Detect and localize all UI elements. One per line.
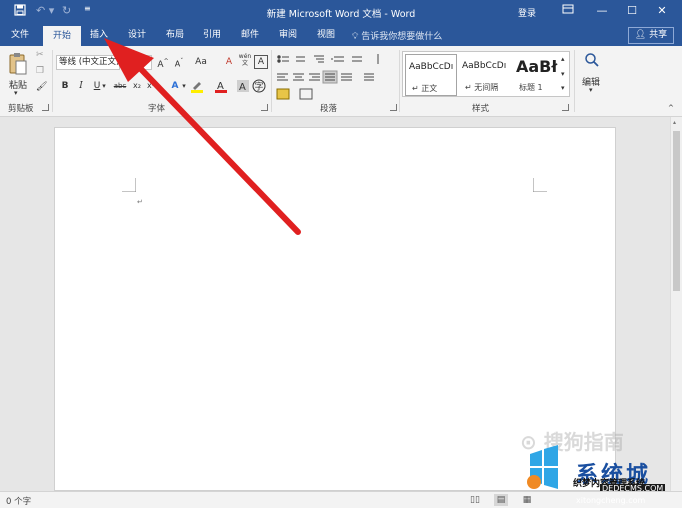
copy-icon[interactable]: ❐ (36, 66, 44, 76)
subscript-button[interactable]: x₂ (130, 79, 144, 93)
person-icon: 👤︎ (634, 30, 647, 40)
style-normal[interactable]: AaBbCcDı ↵ 正文 (405, 54, 457, 96)
vertical-scrollbar[interactable]: ▴ (670, 117, 682, 491)
paragraph-launcher-icon[interactable] (390, 104, 397, 111)
share-button[interactable]: 👤︎ 共享 (628, 27, 674, 44)
character-border-button[interactable]: A (254, 55, 268, 69)
window-title: 新建 Microsoft Word 文档 - Word (266, 9, 416, 20)
margin-corner-mark (122, 178, 136, 192)
styles-scroll-down-icon[interactable]: ▾ (561, 70, 565, 78)
chevron-down-icon[interactable]: ▾ (120, 55, 128, 69)
font-color-icon[interactable]: A (214, 79, 228, 93)
font-family-select[interactable]: 等线 (中文正文) (56, 55, 120, 70)
paragraph-controls[interactable] (276, 52, 398, 102)
svg-text:字: 字 (255, 81, 264, 93)
tab-home[interactable]: 开始 (43, 26, 81, 46)
phonetic-guide-button[interactable]: wén 文 (238, 53, 252, 67)
italic-button[interactable]: I (74, 79, 88, 93)
tab-view[interactable]: 视图 (309, 24, 343, 46)
tell-me-box[interactable]: 💡︎ 告诉我你想要做什么 (352, 29, 442, 42)
clipboard-launcher-icon[interactable] (42, 104, 49, 111)
group-separator (399, 50, 400, 112)
strikethrough-button[interactable]: abc (112, 79, 128, 93)
title-bar: ↶ ▾ ↻ ≡ 新建 Microsoft Word 文档 - Word 登录 —… (0, 0, 682, 24)
chevron-down-icon[interactable]: ▾ (14, 89, 18, 97)
clipboard-group-label: 剪贴板 (8, 104, 34, 114)
shrink-font-icon[interactable]: Aˇ (172, 55, 186, 69)
ribbon-display-options-icon[interactable] (560, 3, 576, 19)
print-layout-icon[interactable]: ▤ (494, 494, 508, 506)
change-case-button[interactable]: Aa (192, 55, 210, 69)
style-sample: AaBbCcDı (409, 62, 454, 72)
group-separator (574, 50, 575, 112)
paste-label: 粘贴 (9, 81, 28, 91)
font-group-label: 字体 (148, 104, 166, 114)
tab-references[interactable]: 引用 (195, 24, 229, 46)
enclose-characters-icon[interactable]: 字 (252, 79, 266, 93)
paragraph-group-label: 段落 (320, 104, 338, 114)
lightbulb-icon: 💡︎ (352, 32, 359, 42)
ribbon-home: 粘贴 ▾ ✂ ❐ 🖌︎ 剪贴板 等线 (中文正文) ▾ 五号 A^ Aˇ Aa … (0, 46, 682, 117)
windows-logo-icon (527, 445, 558, 489)
bold-button[interactable]: B (58, 79, 72, 93)
grow-font-icon[interactable]: A^ (156, 55, 170, 70)
minimize-icon[interactable]: — (594, 3, 610, 19)
group-separator (271, 50, 272, 112)
style-no-spacing[interactable]: AaBbCcDı ↵ 无间隔 (459, 54, 511, 96)
tab-layout[interactable]: 布局 (158, 24, 192, 46)
share-label: 共享 (649, 30, 668, 40)
ribbon-tabs: 文件 开始 插入 设计 布局 引用 邮件 审阅 视图 💡︎ 告诉我你想要做什么 … (0, 24, 682, 46)
paragraph-mark-icon: ↵ (137, 198, 143, 206)
styles-group-label: 样式 (472, 104, 490, 114)
maximize-icon[interactable]: ☐ (624, 3, 640, 19)
highlight-color-icon[interactable] (190, 79, 204, 93)
tab-mailings[interactable]: 邮件 (233, 24, 267, 46)
web-layout-icon[interactable]: ▦ (520, 494, 534, 506)
tell-me-placeholder: 告诉我你想要做什么 (361, 32, 443, 42)
paste-button[interactable] (8, 52, 28, 79)
clipboard-icon (9, 53, 27, 75)
scrollbar-thumb[interactable] (673, 131, 680, 291)
chevron-down-icon[interactable]: ▾ (100, 79, 108, 93)
cut-icon[interactable]: ✂ (36, 50, 44, 60)
chevron-down-icon[interactable]: ▾ (180, 79, 188, 93)
styles-scroll-up-icon[interactable]: ▴ (561, 55, 565, 63)
styles-launcher-icon[interactable] (562, 104, 569, 111)
site-url-watermark: xitongcheng.com (576, 496, 646, 505)
chevron-down-icon[interactable]: ▾ (589, 86, 593, 94)
svg-text:A: A (239, 82, 246, 93)
search-icon[interactable] (584, 52, 600, 71)
format-painter-icon[interactable]: 🖌︎ (36, 82, 47, 92)
close-icon[interactable]: ✕ (654, 3, 670, 19)
styles-more-icon[interactable]: ▾ (561, 84, 565, 92)
collapse-ribbon-icon[interactable]: ^ (668, 104, 674, 112)
margin-corner-mark (533, 178, 547, 192)
read-mode-icon[interactable]: ▯▯ (468, 494, 482, 506)
group-separator (52, 50, 53, 112)
tab-insert[interactable]: 插入 (82, 24, 116, 46)
tab-design[interactable]: 设计 (120, 24, 154, 46)
style-heading-1[interactable]: AaBł 标题 1 (513, 54, 565, 96)
tab-review[interactable]: 审阅 (271, 24, 305, 46)
styles-gallery: AaBbCcDı ↵ 正文 AaBbCcDı ↵ 无间隔 AaBł 标题 1 (402, 51, 570, 97)
font-size-select[interactable]: 五号 (128, 55, 152, 70)
style-name: ↵ 正文 (412, 84, 438, 93)
character-shading-icon[interactable]: A (236, 79, 250, 93)
style-name: 标题 1 (519, 83, 543, 92)
clear-format-icon[interactable]: A (222, 55, 236, 69)
font-launcher-icon[interactable] (261, 104, 268, 111)
style-sample: AaBbCcDı (462, 61, 507, 71)
scroll-up-icon[interactable]: ▴ (673, 119, 676, 126)
login-link[interactable]: 登录 (518, 6, 536, 19)
superscript-button[interactable]: x² (144, 79, 158, 93)
tab-file[interactable]: 文件 (4, 24, 36, 46)
style-sample: AaBł (516, 57, 558, 76)
style-name: ↵ 无间隔 (465, 83, 499, 92)
word-count[interactable]: 0 个字 (6, 495, 31, 507)
